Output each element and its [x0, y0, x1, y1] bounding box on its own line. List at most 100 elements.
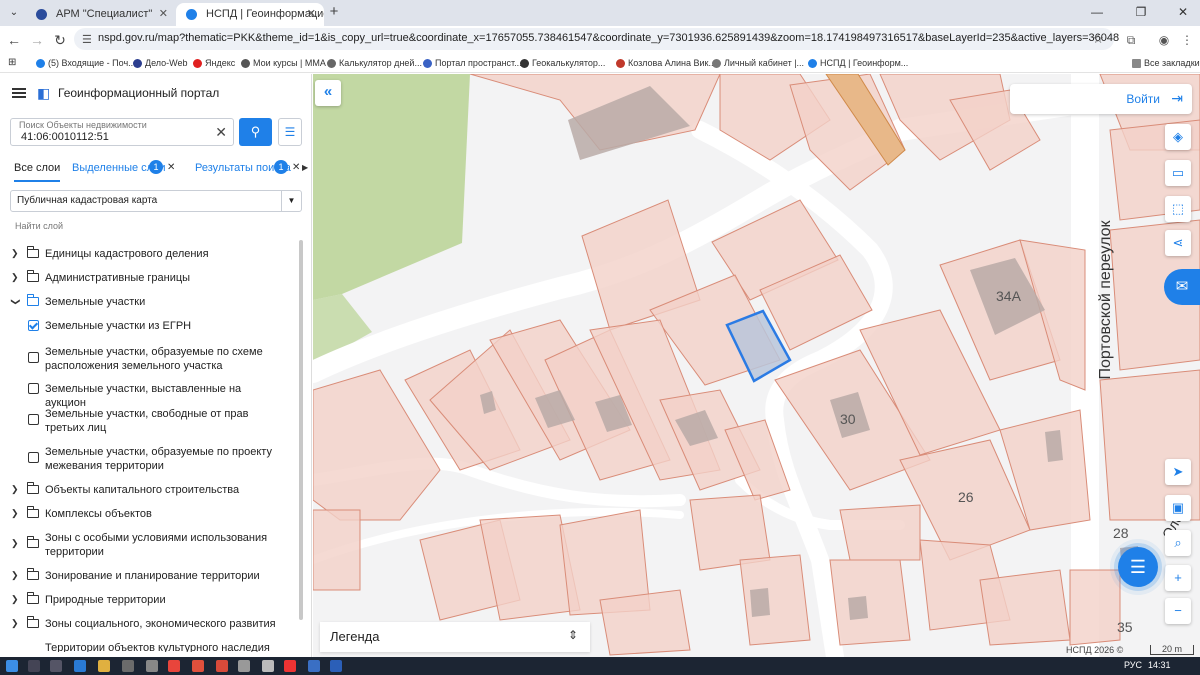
search-button[interactable]: ⚲: [239, 118, 272, 146]
browser-menu-icon[interactable]: ⋮: [1178, 31, 1196, 49]
bookmarks-bar: ⊞ (5) Входящие - Поч... Дело-Web Яндекс …: [0, 53, 1200, 73]
map-canvas[interactable]: Портовской переулок 34А 30 26 28 35 Олег…: [313, 74, 1200, 657]
bookmark-cabinet[interactable]: Личный кабинет |...: [712, 56, 804, 70]
maximize-button[interactable]: ❐: [1126, 3, 1156, 21]
expand-arrow-icon[interactable]: ❯: [11, 248, 21, 259]
new-tab-button[interactable]: +: [326, 4, 342, 20]
browser-tab-arm[interactable]: АРМ "Специалист" ✕: [26, 3, 176, 26]
collapse-panel-button[interactable]: «: [315, 80, 341, 106]
selected-count-badge: 1: [149, 160, 163, 174]
print-icon[interactable]: ▣: [1165, 495, 1191, 521]
clock[interactable]: 14:31: [1148, 660, 1171, 670]
expand-legend-icon[interactable]: ⇕: [568, 628, 578, 642]
menu-icon[interactable]: [12, 88, 26, 98]
browser-tab-nspd[interactable]: НСПД | Геоинформационный ✕: [176, 3, 324, 26]
extensions-icon[interactable]: ⧉: [1122, 31, 1140, 49]
app-icon[interactable]: [262, 660, 274, 672]
layer-checkbox[interactable]: [28, 352, 39, 363]
tab-all-layers[interactable]: Все слои: [14, 162, 61, 182]
bookmark-kozlova[interactable]: Козлова Алина Вик...: [616, 56, 716, 70]
search-icon[interactable]: [28, 660, 40, 672]
bookmark-yandex[interactable]: Яндекс: [193, 56, 235, 70]
select-area-icon[interactable]: ⬚: [1165, 196, 1191, 222]
edge-icon[interactable]: [74, 660, 86, 672]
base-layer-select[interactable]: Публичная кадастровая карта ▼: [10, 190, 302, 212]
word-icon[interactable]: [330, 660, 342, 672]
app-icon[interactable]: [146, 660, 158, 672]
minimize-button[interactable]: —: [1082, 3, 1112, 21]
cadastral-map[interactable]: Портовской переулок 34А 30 26 28 35 Олег…: [313, 74, 1200, 657]
layer-checkbox[interactable]: [28, 452, 39, 463]
chat-button[interactable]: ☰: [1118, 547, 1158, 587]
close-tab-icon[interactable]: ✕: [307, 3, 316, 25]
chrome-icon[interactable]: [168, 660, 180, 672]
expand-arrow-icon[interactable]: ❯: [11, 594, 21, 605]
chevron-down-icon[interactable]: ▼: [281, 191, 301, 211]
bookmark-nspd[interactable]: НСПД | Геоинформ...: [808, 56, 908, 70]
explorer-icon[interactable]: [98, 660, 110, 672]
close-selected-tab-icon[interactable]: ✕: [167, 162, 175, 173]
ruler-icon[interactable]: ▭: [1165, 160, 1191, 186]
login-button[interactable]: Войти ⇥: [1010, 84, 1192, 114]
expand-arrow-icon[interactable]: ❯: [11, 618, 21, 629]
layers-icon[interactable]: ◈: [1165, 124, 1191, 150]
site-info-icon[interactable]: ☰: [82, 33, 92, 46]
bookmark-geocalc[interactable]: Геокалькулятор...: [520, 56, 605, 70]
tabs-scroll-right-icon[interactable]: ▶: [302, 163, 308, 172]
tab-search-icon[interactable]: ⌄: [6, 6, 22, 20]
close-window-button[interactable]: ✕: [1168, 3, 1198, 21]
share-icon[interactable]: ⋖: [1165, 230, 1191, 256]
yandex-browser-icon[interactable]: [192, 660, 204, 672]
app-icon[interactable]: [238, 660, 250, 672]
help-chat-icon[interactable]: ✉: [1164, 269, 1200, 305]
forward-button[interactable]: →: [27, 30, 47, 50]
back-button[interactable]: ←: [4, 30, 24, 50]
legend-panel[interactable]: Легенда ⇕: [320, 622, 590, 652]
expand-arrow-icon[interactable]: ❯: [11, 484, 21, 495]
layer-checkbox-checked[interactable]: [28, 320, 39, 331]
filter-button[interactable]: ☰: [278, 118, 302, 146]
layer-checkbox[interactable]: [28, 414, 39, 425]
bookmark-portal[interactable]: Портал пространст...: [423, 56, 522, 70]
layer-select-value: Публичная кадастровая карта: [17, 195, 158, 206]
bookmark-calculator[interactable]: Калькулятор дней...: [327, 56, 422, 70]
folder-icon: [26, 616, 39, 628]
bookmark-courses[interactable]: Мои курсы | МMA: [241, 56, 326, 70]
all-bookmarks[interactable]: Все закладки: [1132, 56, 1200, 70]
expand-arrow-icon[interactable]: ❯: [11, 508, 21, 519]
house-number-28: 28: [1113, 525, 1129, 541]
expand-arrow-icon[interactable]: ❯: [11, 272, 21, 283]
keyboard-language[interactable]: РУС: [1124, 660, 1142, 670]
app-icon[interactable]: [308, 660, 320, 672]
bookmark-star-icon[interactable]: ☆: [1092, 31, 1104, 47]
task-view-icon[interactable]: [50, 660, 62, 672]
layer-checkbox[interactable]: [28, 383, 39, 394]
portal-logo-icon: ◧: [37, 85, 51, 101]
app-icon[interactable]: [284, 660, 296, 672]
map-copyright: НСПД 2026 ©: [1066, 645, 1124, 655]
close-tab-icon[interactable]: ✕: [159, 3, 168, 25]
zoom-out-button[interactable]: −: [1165, 598, 1191, 624]
zoom-in-button[interactable]: +: [1165, 565, 1191, 591]
locate-icon[interactable]: ➤: [1165, 459, 1191, 485]
layer-tree: ❯ Единицы кадастрового деления ❯ Админис…: [0, 240, 300, 652]
reload-button[interactable]: ↻: [50, 30, 70, 50]
expand-arrow-icon[interactable]: ❯: [11, 538, 21, 549]
search-placeholder: Поиск Объекты недвижимости: [19, 120, 147, 130]
app-icon[interactable]: [122, 660, 134, 672]
app-icon[interactable]: [216, 660, 228, 672]
layer-tree-scrollbar[interactable]: [299, 240, 303, 620]
clear-icon[interactable]: ✕: [215, 124, 227, 141]
close-results-tab-icon[interactable]: ✕: [292, 162, 300, 173]
profile-icon[interactable]: ◉: [1155, 31, 1173, 49]
search-map-icon[interactable]: ⌕: [1165, 530, 1191, 556]
search-input[interactable]: Поиск Объекты недвижимости 41:06:0010112…: [10, 118, 234, 146]
expand-arrow-icon[interactable]: ❯: [11, 570, 21, 581]
collapse-arrow-icon[interactable]: ❯: [10, 298, 21, 308]
login-label: Войти: [1126, 92, 1160, 106]
apps-icon[interactable]: ⊞: [8, 56, 16, 70]
url-field[interactable]: ☰ nspd.gov.ru/map?thematic=PKK&theme_id=…: [74, 28, 1119, 50]
bookmark-inbox[interactable]: (5) Входящие - Поч...: [36, 56, 136, 70]
bookmark-delo[interactable]: Дело-Web: [133, 56, 188, 70]
start-icon[interactable]: [6, 660, 18, 672]
